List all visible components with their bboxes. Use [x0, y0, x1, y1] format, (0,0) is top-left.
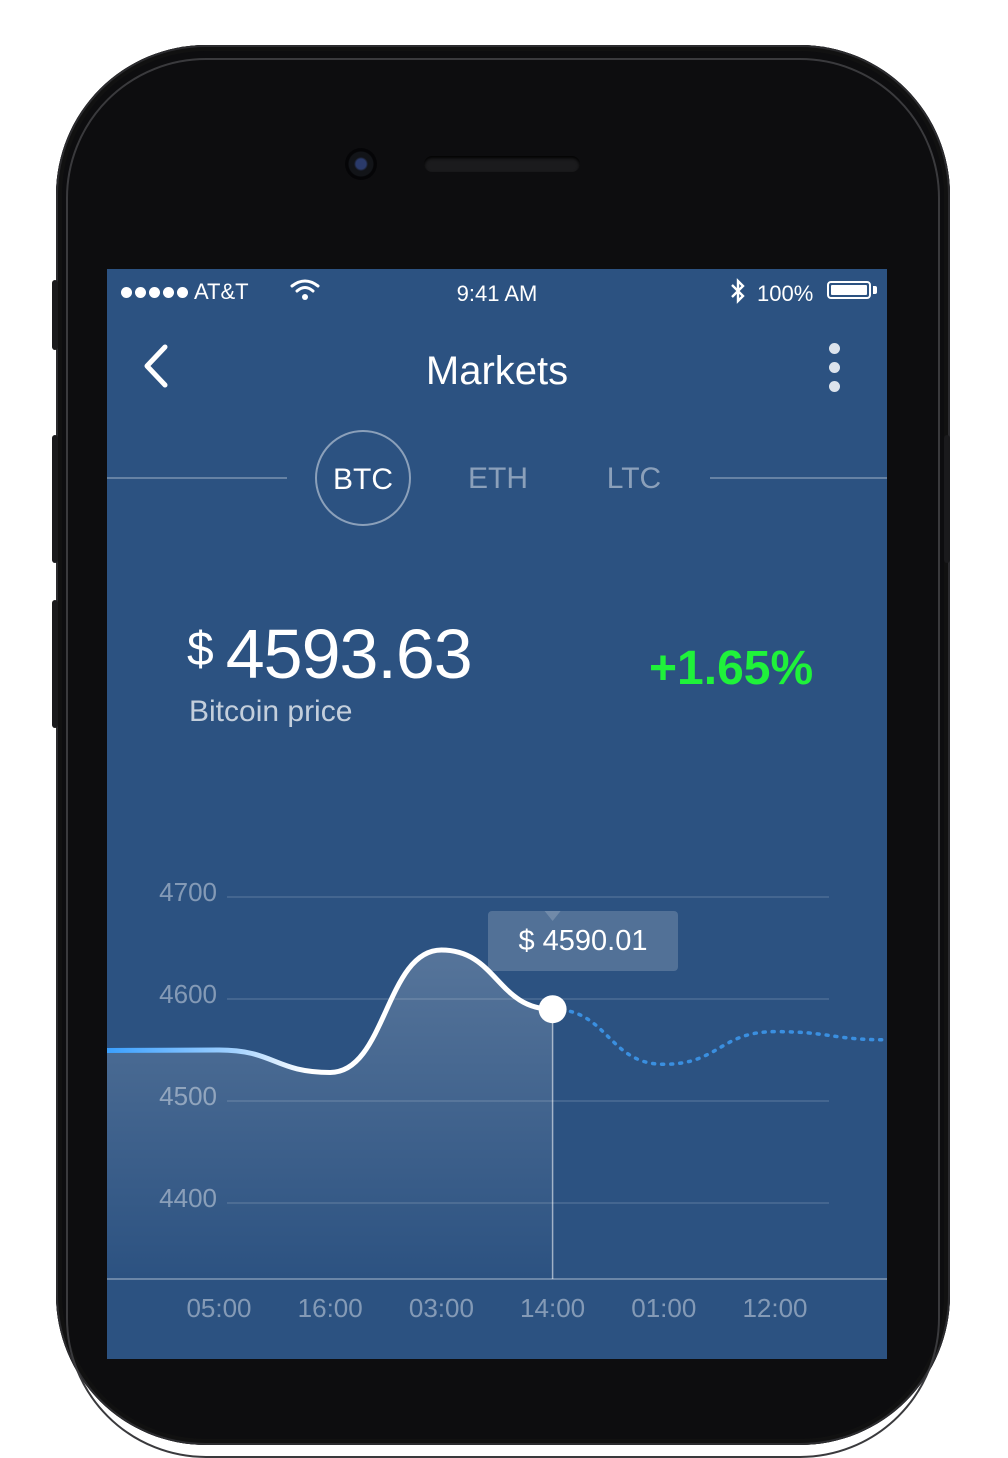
price-chart[interactable]: 4700 4600 4500 4400 05:00 16:00 03:00 14:00 01:0… — [107, 829, 887, 1359]
front-camera — [345, 148, 377, 180]
highlight-point[interactable] — [538, 995, 567, 1024]
volume-up-button — [52, 435, 58, 563]
y-tick-label: 4400 — [159, 1183, 217, 1213]
price-value: 4593.63 — [225, 615, 473, 693]
x-tick-label: 01:00 — [631, 1293, 696, 1323]
more-options-icon[interactable] — [819, 337, 849, 397]
y-tick-label: 4500 — [159, 1081, 217, 1111]
battery-icon — [827, 281, 871, 299]
tab-btc[interactable]: BTC — [315, 430, 411, 526]
forecast-line — [550, 1007, 887, 1067]
battery-tip — [873, 286, 877, 294]
x-tick-label: 12:00 — [742, 1293, 807, 1323]
x-tick-label: 05:00 — [186, 1293, 251, 1323]
tab-divider-left — [107, 477, 287, 479]
bluetooth-icon — [731, 278, 745, 304]
price-label: Bitcoin price — [189, 695, 353, 728]
battery-percentage: 100% — [757, 281, 814, 306]
status-bar: AT&T 9:41 AM 100% — [107, 269, 887, 313]
screen: AT&T 9:41 AM 100% Markets BTC ETH LTC $ … — [107, 269, 887, 1359]
price-tooltip: $ 4590.01 — [488, 911, 678, 971]
volume-down-button — [52, 600, 58, 728]
price-row: $ 4593.63 — [187, 614, 473, 694]
price-change: +1.65% — [649, 642, 814, 695]
currency-symbol: $ — [187, 623, 214, 676]
x-tick-label: 16:00 — [298, 1293, 363, 1323]
tab-divider-right — [710, 477, 887, 479]
tab-ltc[interactable]: LTC — [586, 454, 682, 504]
y-tick-label: 4700 — [159, 877, 217, 907]
earpiece-speaker — [424, 156, 580, 172]
mute-switch — [52, 280, 58, 350]
page-title: Markets — [425, 349, 569, 393]
tab-eth[interactable]: ETH — [450, 454, 546, 504]
x-tick-label: 14:00 — [520, 1293, 585, 1323]
power-button — [944, 435, 950, 563]
x-tick-label: 03:00 — [409, 1293, 474, 1323]
y-tick-label: 4600 — [159, 979, 217, 1009]
